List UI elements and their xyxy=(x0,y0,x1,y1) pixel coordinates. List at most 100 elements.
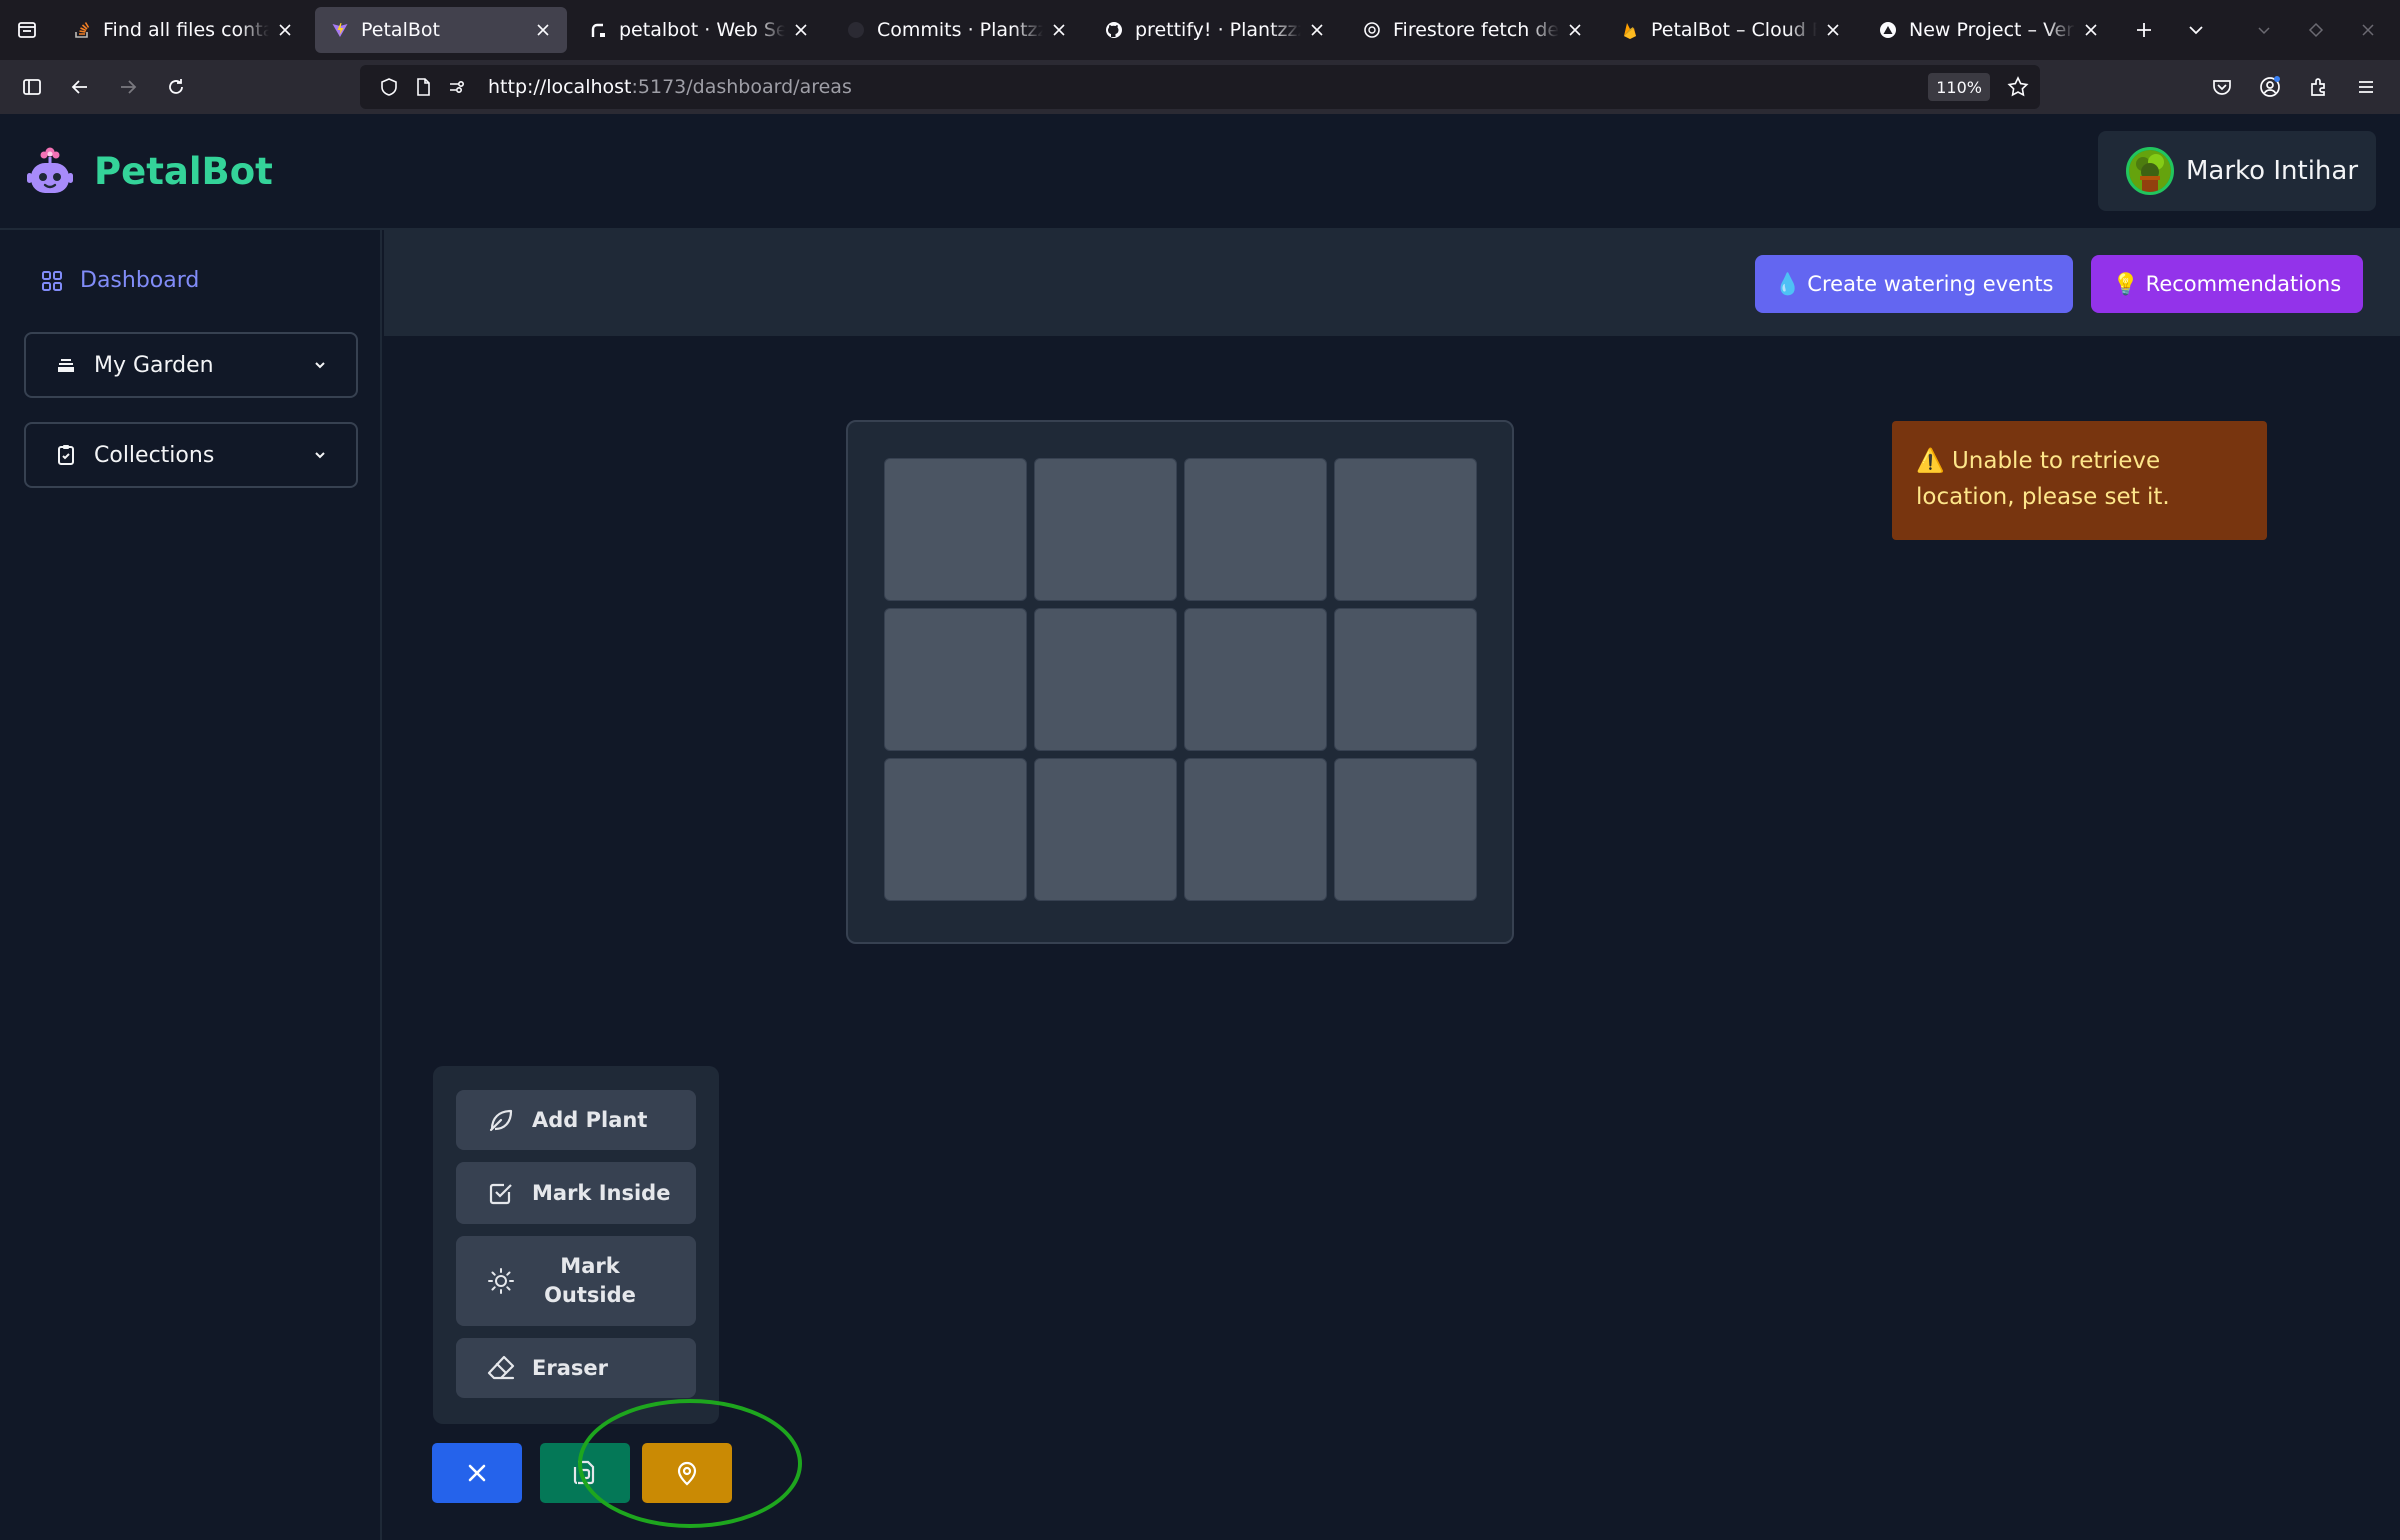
github-icon xyxy=(1105,21,1123,39)
browser-tab-strip: Find all files containing PetalBot petal… xyxy=(0,0,2400,60)
checkbox-icon xyxy=(486,1179,516,1207)
grid-cell[interactable] xyxy=(1034,608,1177,751)
grid-cell[interactable] xyxy=(884,758,1027,901)
close-tab-icon[interactable] xyxy=(533,20,553,40)
grid-cell[interactable] xyxy=(1334,458,1477,601)
browser-tab[interactable]: Firestore fetch debug xyxy=(1347,7,1599,53)
user-menu-button[interactable]: Marko Intihar xyxy=(2098,131,2376,211)
grid-cell[interactable] xyxy=(1034,458,1177,601)
github-icon xyxy=(847,21,865,39)
close-tab-icon[interactable] xyxy=(1049,20,1069,40)
browser-tab[interactable]: petalbot · Web Service xyxy=(573,7,825,53)
vercel-icon xyxy=(1879,21,1897,39)
url-text[interactable]: http://localhost:5173/dashboard/areas xyxy=(488,76,852,98)
menu-icon[interactable] xyxy=(2342,63,2390,111)
action-bar: 💧 Create watering events 💡 Recommendatio… xyxy=(384,230,2400,336)
tab-title: Commits · Plantzzzz/f xyxy=(877,19,1043,41)
create-watering-events-button[interactable]: 💧 Create watering events xyxy=(1755,255,2073,313)
page-icon[interactable] xyxy=(406,77,440,97)
render-icon xyxy=(589,21,607,39)
tab-title: PetalBot xyxy=(361,19,440,41)
zoom-level-badge[interactable]: 110% xyxy=(1928,73,1990,101)
app-logo[interactable]: PetalBot xyxy=(26,146,273,196)
firebase-icon xyxy=(1621,21,1639,39)
bookmark-star-icon[interactable] xyxy=(2006,75,2030,99)
grid-cells xyxy=(884,458,1477,901)
grid-cell[interactable] xyxy=(1334,758,1477,901)
browser-tab[interactable]: PetalBot – Cloud Fires xyxy=(1605,7,1857,53)
mark-outside-button[interactable]: Mark Outside xyxy=(456,1236,696,1326)
leaf-icon xyxy=(486,1106,516,1134)
minimize-icon[interactable] xyxy=(2238,7,2290,53)
permissions-icon[interactable] xyxy=(440,77,474,97)
sidebar-item-dashboard[interactable]: Dashboard xyxy=(40,268,199,293)
layers-icon xyxy=(58,359,74,372)
chevron-down-icon[interactable] xyxy=(2170,7,2222,53)
grid-cell[interactable] xyxy=(1184,608,1327,751)
close-tab-icon[interactable] xyxy=(2081,20,2101,40)
extensions-icon[interactable] xyxy=(2294,63,2342,111)
reload-icon[interactable] xyxy=(152,63,200,111)
grid-cell[interactable] xyxy=(1334,608,1477,751)
browser-tab[interactable]: New Project – Vercel xyxy=(1863,7,2115,53)
url-path: :5173/dashboard/areas xyxy=(631,76,852,98)
close-window-icon[interactable] xyxy=(2342,7,2394,53)
sidebar: Dashboard My Garden Collections xyxy=(0,230,382,1540)
browser-navigation-bar: http://localhost:5173/dashboard/areas 11… xyxy=(0,60,2400,114)
close-tab-icon[interactable] xyxy=(1307,20,1327,40)
list-all-tabs-icon[interactable] xyxy=(0,0,54,60)
account-icon[interactable] xyxy=(2246,63,2294,111)
browser-tab[interactable]: prettify! · Plantzzzz/fr xyxy=(1089,7,1341,53)
annotation-highlight-circle xyxy=(578,1399,802,1528)
grid-cell[interactable] xyxy=(1184,758,1327,901)
garden-area-grid xyxy=(846,420,1514,944)
grid-cell[interactable] xyxy=(1034,758,1177,901)
tool-label: Add Plant xyxy=(532,1108,648,1132)
back-icon[interactable] xyxy=(56,63,104,111)
sidebar-item-label: Dashboard xyxy=(80,268,200,293)
close-tab-icon[interactable] xyxy=(1565,20,1585,40)
close-button[interactable] xyxy=(432,1443,522,1503)
maximize-icon[interactable] xyxy=(2290,7,2342,53)
tool-label: Eraser xyxy=(532,1356,608,1380)
tab-title: Firestore fetch debug xyxy=(1393,19,1559,41)
grid-cell[interactable] xyxy=(884,458,1027,601)
add-plant-button[interactable]: Add Plant xyxy=(456,1090,696,1150)
vite-icon xyxy=(331,21,349,39)
eraser-icon xyxy=(486,1354,516,1382)
url-bar[interactable]: http://localhost:5173/dashboard/areas 11… xyxy=(360,65,2040,109)
user-name: Marko Intihar xyxy=(2186,156,2359,186)
sidebar-group-label: Collections xyxy=(94,442,215,468)
browser-tab[interactable]: Find all files containing xyxy=(57,7,309,53)
close-tab-icon[interactable] xyxy=(1823,20,1843,40)
mark-inside-button[interactable]: Mark Inside xyxy=(456,1162,696,1224)
tool-label: Mark Outside xyxy=(544,1254,636,1307)
robot-flower-icon xyxy=(27,147,73,193)
location-warning-alert: ⚠️ Unable to retrieve location, please s… xyxy=(1892,421,2267,540)
tab-title: prettify! · Plantzzzz/fr xyxy=(1135,19,1301,41)
close-icon xyxy=(465,1461,489,1485)
forward-icon[interactable] xyxy=(104,63,152,111)
close-tab-icon[interactable] xyxy=(275,20,295,40)
recommendations-button[interactable]: 💡 Recommendations xyxy=(2091,255,2363,313)
chatgpt-icon xyxy=(1363,21,1381,39)
browser-tab-active[interactable]: PetalBot xyxy=(315,7,567,53)
grid-cell[interactable] xyxy=(1184,458,1327,601)
shield-icon[interactable] xyxy=(372,77,406,97)
tab-title: PetalBot – Cloud Fires xyxy=(1651,19,1817,41)
pocket-icon[interactable] xyxy=(2198,63,2246,111)
tab-title: New Project – Vercel xyxy=(1909,19,2075,41)
tab-title: petalbot · Web Service xyxy=(619,19,785,41)
sidebar-group-label: My Garden xyxy=(94,352,214,378)
sidebar-toggle-icon[interactable] xyxy=(8,63,56,111)
grid-cell[interactable] xyxy=(884,608,1027,751)
chevron-down-icon xyxy=(315,362,325,369)
eraser-button[interactable]: Eraser xyxy=(456,1338,696,1398)
browser-tab[interactable]: Commits · Plantzzzz/f xyxy=(831,7,1083,53)
stackoverflow-icon xyxy=(73,21,91,39)
close-tab-icon[interactable] xyxy=(791,20,811,40)
sidebar-group-collections[interactable]: Collections xyxy=(24,422,358,488)
app-name: PetalBot xyxy=(94,149,273,193)
sidebar-group-my-garden[interactable]: My Garden xyxy=(24,332,358,398)
new-tab-icon[interactable] xyxy=(2118,7,2170,53)
